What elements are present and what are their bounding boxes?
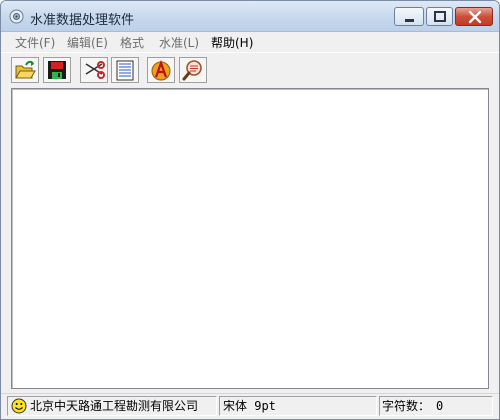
open-button[interactable] [11,57,39,83]
char-count-label: 字符数： [382,399,431,413]
menu-level[interactable]: 水准(L) [159,34,199,51]
text-editor[interactable] [11,88,489,389]
menu-help[interactable]: 帮助(H) [211,34,253,51]
status-font-text: 宋体 9pt [223,399,276,413]
preview-button[interactable] [179,57,207,83]
save-button[interactable] [43,57,71,83]
open-folder-icon [15,60,36,79]
status-company-text: 北京中天路通工程勘测有限公司 [30,399,199,413]
minimize-button[interactable] [394,7,424,26]
cut-button[interactable] [80,57,108,83]
save-disk-icon [48,61,66,79]
notepad-button[interactable] [111,57,139,83]
menu-edit[interactable]: 编辑(E) [67,34,108,51]
app-icon [9,9,24,24]
window-title: 水准数据处理软件 [30,13,135,28]
status-char-count-panel: 字符数： 0 [379,396,493,416]
smiley-icon [11,398,27,414]
status-bar: 北京中天路通工程勘测有限公司 宋体 9pt 字符数： 0 [1,393,499,419]
maximize-icon [434,11,446,22]
minimize-icon [405,19,414,22]
close-button[interactable] [455,7,493,26]
font-button[interactable] [147,57,175,83]
char-count-value: 0 [436,399,444,413]
preview-magnifier-icon [182,60,202,81]
maximize-button[interactable] [426,7,453,26]
cut-scissors-icon [85,61,105,79]
close-icon [468,10,482,24]
menu-format[interactable]: 格式 [120,34,144,51]
menu-bar: 文件(F) 编辑(E) 格式 水准(L) 帮助(H) [1,32,499,51]
font-a-icon [151,59,171,81]
title-bar[interactable]: 水准数据处理软件 [1,1,499,32]
status-font-panel: 宋体 9pt [219,396,377,416]
toolbar [1,52,499,87]
notepad-icon [116,60,134,81]
app-window: 水准数据处理软件 文件(F) 编辑(E) 格式 水准(L) 帮助(H) 北京中天… [0,0,500,420]
status-company-panel: 北京中天路通工程勘测有限公司 [7,396,217,416]
menu-file[interactable]: 文件(F) [15,34,55,51]
